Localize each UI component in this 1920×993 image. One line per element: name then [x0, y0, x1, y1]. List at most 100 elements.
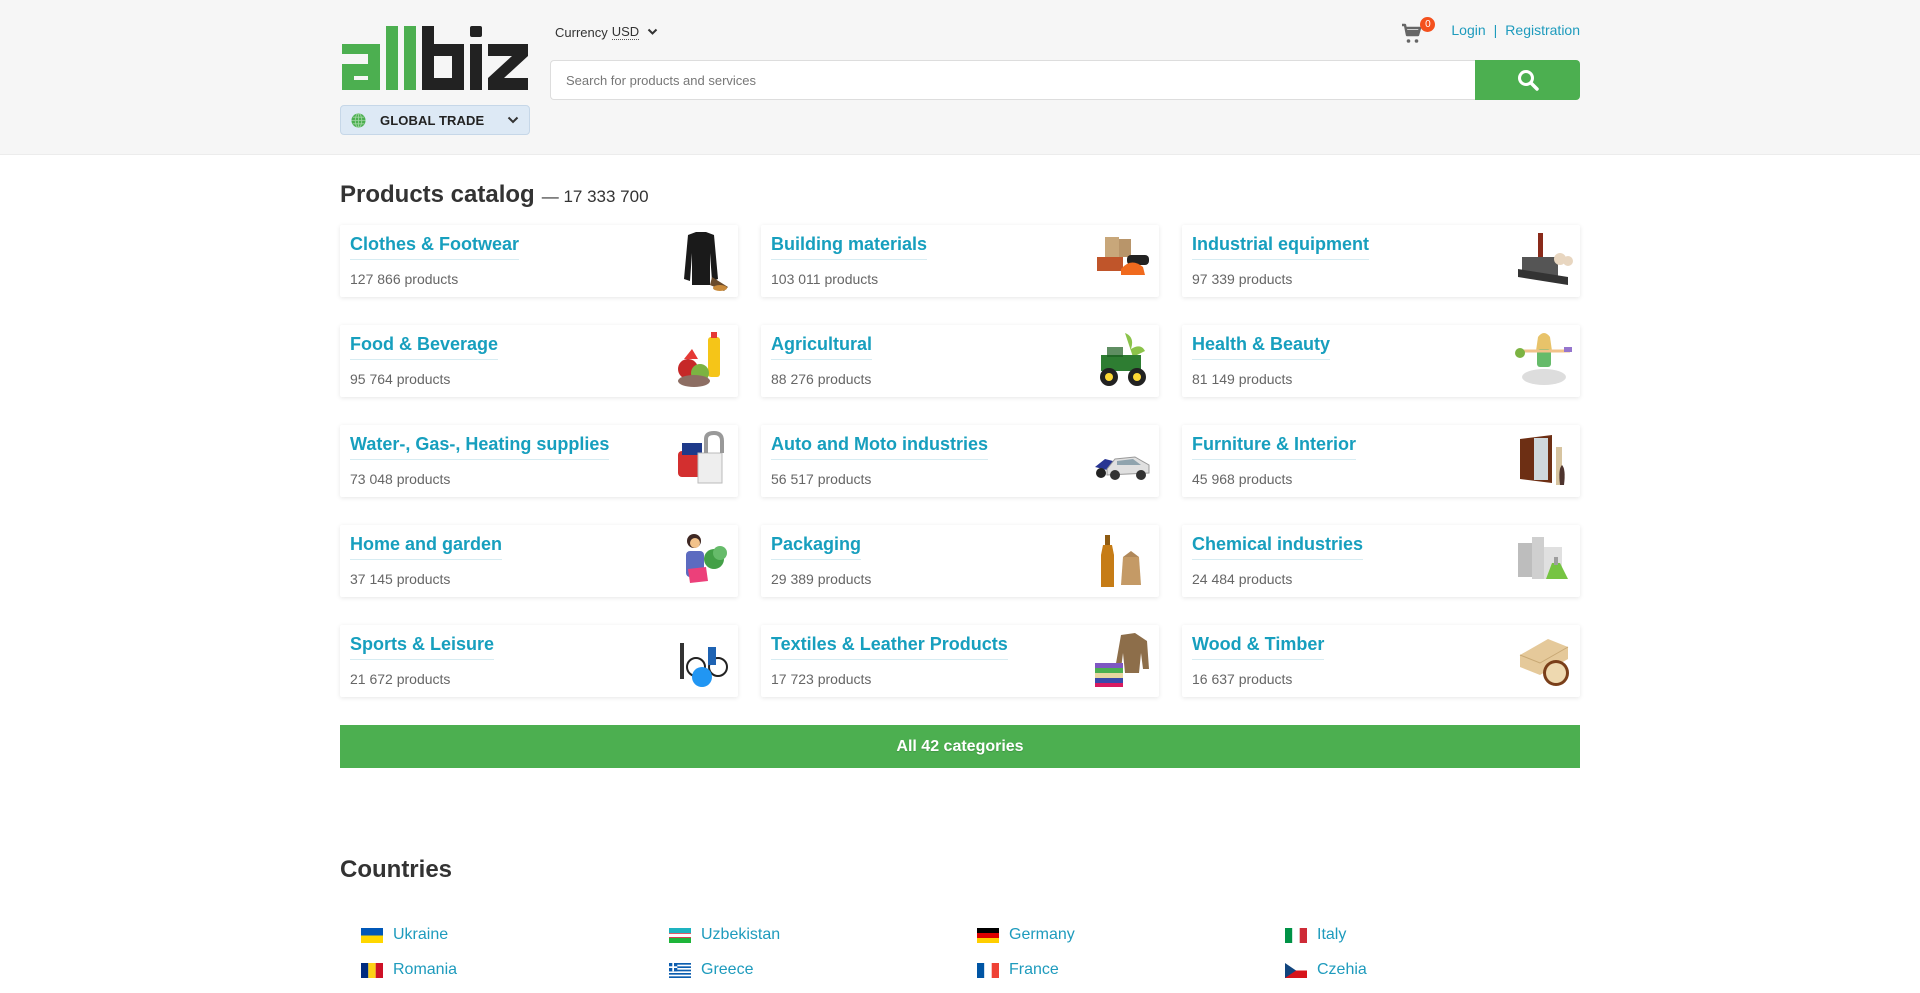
- category-link[interactable]: Industrial equipment: [1192, 234, 1370, 260]
- flag-greece-icon: [669, 962, 691, 978]
- category-card[interactable]: Clothes & Footwear 127 866 products: [340, 225, 738, 297]
- category-link[interactable]: Health & Beauty: [1192, 334, 1331, 360]
- category-product-count: 95 764 products: [350, 371, 451, 387]
- country-link[interactable]: Uzbekistan: [669, 924, 977, 946]
- category-link[interactable]: Water-, Gas-, Heating supplies: [350, 434, 610, 460]
- site-header: GLOBAL TRADE Currency USD Search for pro…: [0, 0, 1920, 155]
- region-selector[interactable]: GLOBAL TRADE: [340, 105, 530, 135]
- flag-germany-icon: [977, 927, 999, 943]
- wardrobe-icon: [1520, 435, 1565, 485]
- category-product-count: 21 672 products: [350, 671, 451, 687]
- auth-links: Login | Registration: [1451, 22, 1580, 40]
- country-name: Germany: [1009, 926, 1075, 943]
- category-card[interactable]: Furniture & Interior 45 968 products: [1182, 425, 1580, 497]
- category-card[interactable]: Sports & Leisure 21 672 products: [340, 625, 738, 697]
- country-link[interactable]: Germany: [977, 924, 1285, 946]
- login-link[interactable]: Login: [1451, 22, 1485, 38]
- region-label: GLOBAL TRADE: [380, 112, 485, 128]
- health-icon: [1515, 333, 1572, 385]
- country-link[interactable]: Czehia: [1285, 959, 1593, 981]
- category-product-count: 17 723 products: [771, 671, 872, 687]
- category-card[interactable]: Building materials 103 011 products: [761, 225, 1159, 297]
- countries-heading: Countries: [340, 856, 453, 883]
- car-icon: [1095, 456, 1150, 480]
- category-card[interactable]: Food & Beverage 95 764 products: [340, 325, 738, 397]
- category-card[interactable]: Water-, Gas-, Heating supplies 73 048 pro…: [340, 425, 738, 497]
- search-button[interactable]: [1475, 60, 1580, 100]
- chevron-down-icon: [647, 28, 658, 35]
- garden-icon: [686, 534, 727, 583]
- chevron-down-icon: [507, 116, 519, 124]
- search-input[interactable]: [550, 60, 1475, 100]
- category-link[interactable]: Food & Beverage: [350, 334, 499, 360]
- country-link[interactable]: Greece: [669, 959, 977, 981]
- country-name: Italy: [1317, 926, 1347, 943]
- page-title: Products catalog: [340, 181, 535, 208]
- flag-italy-icon: [1285, 927, 1307, 943]
- catalog-total-count: — 17 333 700: [541, 187, 649, 206]
- category-product-count: 73 048 products: [350, 471, 451, 487]
- category-product-count: 56 517 products: [771, 471, 872, 487]
- cart-count-badge: 0: [1420, 17, 1436, 32]
- cart-button[interactable]: 0: [1401, 17, 1436, 44]
- flag-uzbekistan-icon: [669, 927, 691, 943]
- tractor-icon: [1100, 333, 1146, 386]
- category-card[interactable]: Auto and Moto industries 56 517 products: [761, 425, 1159, 497]
- wood-icon: [1519, 639, 1569, 686]
- search-icon: [1517, 70, 1539, 91]
- catalog-heading: Products catalog — 17 333 700: [340, 181, 1580, 209]
- category-link[interactable]: Clothes & Footwear: [350, 234, 520, 260]
- factory-icon: [1518, 233, 1573, 285]
- category-card[interactable]: Health & Beauty 81 149 products: [1182, 325, 1580, 397]
- category-link[interactable]: Textiles & Leather Products: [771, 634, 1008, 660]
- category-link[interactable]: Furniture & Interior: [1192, 434, 1357, 460]
- country-link[interactable]: Ukraine: [361, 924, 669, 946]
- category-product-count: 16 637 products: [1192, 671, 1293, 687]
- category-link[interactable]: Building materials: [771, 234, 928, 260]
- currency-value: USD: [611, 24, 640, 40]
- category-link[interactable]: Packaging: [771, 534, 862, 560]
- category-product-count: 103 011 products: [771, 271, 879, 287]
- flag-france-icon: [977, 962, 999, 978]
- country-name: Ukraine: [393, 926, 449, 943]
- category-link[interactable]: Sports & Leisure: [350, 634, 495, 660]
- country-link[interactable]: Romania: [361, 959, 669, 981]
- country-name: Uzbekistan: [701, 926, 781, 943]
- main-content: Products catalog — 17 333 700 Clothes & …: [340, 155, 1580, 981]
- country-list: Ukraine Uzbekistan Germany Italy Romania Gree…: [340, 924, 1580, 981]
- category-link[interactable]: Agricultural: [771, 334, 873, 360]
- category-link[interactable]: Wood & Timber: [1192, 634, 1325, 660]
- category-product-count: 24 484 products: [1192, 571, 1293, 587]
- allbiz-logo[interactable]: [340, 24, 530, 92]
- sports-icon: [680, 643, 728, 687]
- category-link[interactable]: Chemical industries: [1192, 534, 1364, 560]
- category-product-count: 29 389 products: [771, 571, 872, 587]
- auth-separator: |: [1493, 22, 1498, 38]
- category-product-count: 37 145 products: [350, 571, 451, 587]
- boiler-icon: [678, 430, 724, 484]
- currency-selector[interactable]: Currency USD: [555, 24, 658, 40]
- all-categories-button[interactable]: All 42 categories: [340, 725, 1580, 768]
- category-grid: Clothes & Footwear 127 866 products Buildi…: [340, 225, 1580, 697]
- category-product-count: 127 866 products: [350, 271, 459, 287]
- currency-label: Currency: [555, 24, 608, 40]
- country-link[interactable]: France: [977, 959, 1285, 981]
- flag-ukraine-icon: [361, 927, 383, 943]
- category-link[interactable]: Home and garden: [350, 534, 503, 560]
- category-product-count: 97 339 products: [1192, 271, 1293, 287]
- category-card[interactable]: Agricultural 88 276 products: [761, 325, 1159, 397]
- category-card[interactable]: Wood & Timber 16 637 products: [1182, 625, 1580, 697]
- category-product-count: 45 968 products: [1192, 471, 1293, 487]
- registration-link[interactable]: Registration: [1505, 22, 1580, 38]
- country-name: France: [1009, 961, 1059, 978]
- category-card[interactable]: Textiles & Leather Products 17 723 produc…: [761, 625, 1159, 697]
- clothes-icon: [684, 232, 728, 291]
- header-actions: 0 Login | Registration: [1401, 17, 1580, 44]
- country-link[interactable]: Italy: [1285, 924, 1593, 946]
- category-link[interactable]: Auto and Moto industries: [771, 434, 988, 460]
- category-card[interactable]: Industrial equipment 97 339 products: [1182, 225, 1580, 297]
- food-icon: [678, 332, 720, 387]
- category-card[interactable]: Home and garden 37 145 products: [340, 525, 738, 597]
- category-card[interactable]: Packaging 29 389 products: [761, 525, 1159, 597]
- category-card[interactable]: Chemical industries 24 484 products: [1182, 525, 1580, 597]
